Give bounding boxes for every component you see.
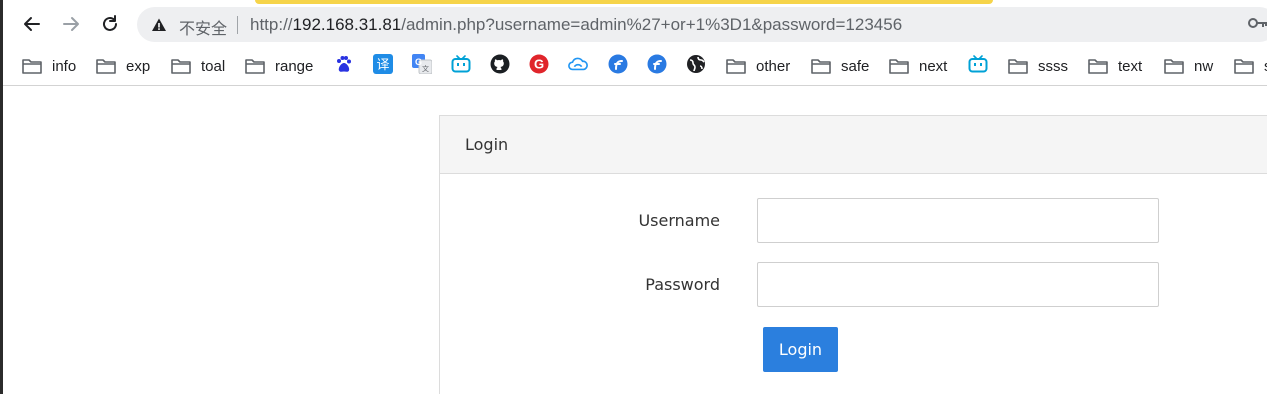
bookmark-folder-range[interactable]: range [245,54,313,78]
blue-f-icon-2[interactable] [647,54,667,74]
window-edge [0,0,3,394]
folder-icon [811,59,831,74]
bookmark-label: next [919,57,948,75]
translate-icon[interactable]: 译 [373,54,393,74]
password-label: Password [645,275,720,294]
google-translate-icon[interactable]: G文 [412,54,432,74]
reload-icon [103,15,117,31]
bookmark-folder-nw[interactable]: nw [1164,54,1213,78]
bookmark-folder-safe[interactable]: safe [811,54,869,78]
bookmark-label: text [1118,57,1143,75]
cloud-icon[interactable] [568,54,588,74]
bookmark-label: range [275,57,314,75]
globe-icon[interactable] [686,54,706,74]
back-button[interactable] [17,9,47,39]
address-bar[interactable]: 不安全 http://192.168.31.81/admin.php?usern… [137,7,1267,42]
svg-text:G: G [534,57,544,72]
github-icon[interactable] [490,54,510,74]
login-panel: Login Username Password Login [439,115,1267,394]
folder-icon [96,59,116,74]
address-separator [237,16,238,34]
bookmark-folder-exp[interactable]: exp [96,54,150,78]
folder-icon [1088,59,1108,74]
baidu-icon[interactable] [334,54,354,74]
bookmark-label: safe [841,57,870,75]
folder-icon [245,59,265,74]
browser-toolbar: 不安全 http://192.168.31.81/admin.php?usern… [0,0,1267,46]
security-status[interactable]: 不安全 [179,15,227,39]
folder-icon [726,59,746,74]
folder-icon [1234,59,1254,74]
key-icon[interactable] [1248,16,1267,30]
bookmark-folder-other[interactable]: other [726,54,790,78]
warning-icon [152,18,166,31]
red-g-icon[interactable]: G [529,54,549,74]
bookmark-label: toal [201,57,226,75]
bookmark-label: nw [1194,57,1214,75]
username-input[interactable] [757,198,1159,243]
url-path: /admin.php?username=admin%27+or+1%3D1&pa… [401,15,903,34]
bilibili-icon[interactable] [451,54,471,74]
svg-text:文: 文 [422,64,429,73]
url-host: 192.168.31.81 [292,15,402,34]
bookmark-label: ssss [1038,57,1068,75]
password-input[interactable] [757,262,1159,307]
login-button[interactable]: Login [763,327,838,372]
bilibili-icon-2[interactable] [968,54,988,74]
panel-title: Login [440,116,1267,174]
bookmark-label: info [52,57,77,75]
url-scheme: http:// [250,15,293,34]
forward-button[interactable] [56,9,86,39]
bookmark-folder-next[interactable]: next [889,54,947,78]
folder-icon [889,59,909,74]
forward-arrow-icon [63,17,79,31]
bookmarks-bar: info exp toal range 译 G文 G other safe ne… [0,46,1267,86]
folder-icon [1008,59,1028,74]
svg-text:G: G [415,57,422,67]
url-text[interactable]: http://192.168.31.81/admin.php?username=… [250,15,902,35]
tab-highlight [255,0,993,4]
bookmark-folder-toal[interactable]: toal [171,54,225,78]
folder-icon [1164,59,1184,74]
svg-text:译: 译 [376,58,389,73]
bookmark-folder-ssss[interactable]: ssss [1008,54,1068,78]
folder-icon [22,59,42,74]
blue-f-icon-1[interactable] [608,54,628,74]
reload-button[interactable] [95,9,125,39]
back-arrow-icon [24,17,40,31]
username-label: Username [638,211,720,230]
bookmark-folder-s[interactable]: s [1234,54,1267,78]
bookmark-folder-text[interactable]: text [1088,54,1142,78]
bookmark-folder-info[interactable]: info [22,54,76,78]
folder-icon [171,59,191,74]
bookmark-label: other [756,57,791,75]
bookmark-label: exp [126,57,151,75]
